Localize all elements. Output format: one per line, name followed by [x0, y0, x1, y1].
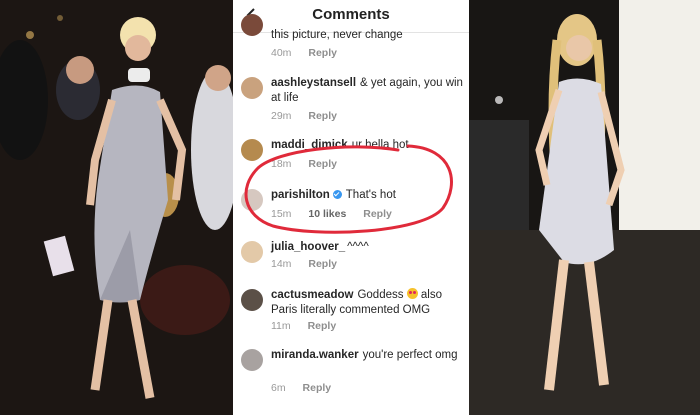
avatar[interactable] — [241, 139, 263, 161]
avatar[interactable] — [241, 77, 263, 99]
comment-time: 15m — [271, 208, 292, 220]
comment-username[interactable]: julia_hoover_ — [271, 241, 345, 253]
comment-item: miranda.wanker you're perfect omg 6m Repl… — [233, 348, 469, 400]
comment-meta: 40m Reply — [271, 47, 351, 59]
comment-username[interactable]: miranda.wanker — [271, 349, 359, 361]
verified-badge-icon — [332, 190, 342, 199]
comment-meta: 6m Reply — [271, 382, 345, 394]
comment-username[interactable]: cactusmeadow — [271, 289, 353, 301]
comment-time: 14m — [271, 258, 292, 270]
comment-time: 29m — [271, 110, 292, 122]
comment-item: cactusmeadow Goddess also Paris literally… — [233, 288, 469, 340]
reply-button[interactable]: Reply — [308, 47, 337, 59]
avatar[interactable] — [241, 14, 263, 36]
comment-item: maddi_dimick ur hella hot 18m Reply — [233, 138, 469, 178]
comment-text: miranda.wanker you're perfect omg — [271, 348, 463, 363]
comment-time: 6m — [271, 382, 286, 394]
comment-text: parishilton That's hot — [271, 188, 463, 203]
reply-button[interactable]: Reply — [308, 158, 337, 170]
comment-item: julia_hoover_ ^^^^ 14m Reply — [233, 240, 469, 280]
comment-item: aashleystansell & yet again, you win at l… — [233, 76, 469, 126]
right-photo — [469, 0, 700, 415]
comment-time: 40m — [271, 47, 292, 59]
comment-username[interactable]: aashleystansell — [271, 77, 356, 89]
comment-body-start: Goddess — [357, 289, 404, 301]
left-photo — [0, 0, 233, 415]
comment-item: this picture, never change 40m Reply — [233, 14, 469, 64]
comment-text: this picture, never change — [271, 29, 403, 41]
comment-text: cactusmeadow Goddess also Paris literally… — [271, 288, 463, 318]
comment-meta: 29m Reply — [271, 110, 351, 122]
comment-time: 11m — [271, 320, 291, 332]
comment-time: 18m — [271, 158, 292, 170]
heart-eyes-emoji-icon — [406, 288, 418, 299]
right-photo-illustration — [469, 0, 700, 415]
reply-button[interactable]: Reply — [308, 258, 337, 270]
avatar[interactable] — [241, 289, 263, 311]
avatar[interactable] — [241, 189, 263, 211]
comment-meta: 14m Reply — [271, 258, 351, 270]
reply-button[interactable]: Reply — [303, 382, 332, 394]
comment-item-highlighted: parishilton That's hot 15m 10 likes Reply — [233, 188, 469, 228]
comments-panel: Comments this picture, never change 40m … — [233, 0, 469, 415]
comment-text: julia_hoover_ ^^^^ — [271, 240, 463, 255]
reply-button[interactable]: Reply — [363, 208, 392, 220]
left-photo-illustration — [0, 0, 233, 415]
comment-body: ur hella hot — [351, 139, 409, 151]
comment-meta: 15m 10 likes Reply — [271, 208, 406, 220]
reply-button[interactable]: Reply — [308, 320, 337, 332]
comment-username[interactable]: maddi_dimick — [271, 139, 348, 151]
comment-likes[interactable]: 10 likes — [308, 208, 346, 220]
comment-meta: 11m Reply — [271, 320, 350, 332]
reply-button[interactable]: Reply — [308, 110, 337, 122]
comment-body: ^^^^ — [347, 241, 369, 253]
avatar[interactable] — [241, 349, 263, 371]
comment-body: That's hot — [345, 189, 396, 201]
page-title: Comments — [312, 6, 390, 23]
comment-meta: 18m Reply — [271, 158, 351, 170]
comment-text: maddi_dimick ur hella hot — [271, 138, 463, 153]
comment-body: you're perfect omg — [362, 349, 458, 361]
comment-text: aashleystansell & yet again, you win at l… — [271, 76, 463, 106]
comment-username[interactable]: parishilton — [271, 189, 330, 201]
avatar[interactable] — [241, 241, 263, 263]
